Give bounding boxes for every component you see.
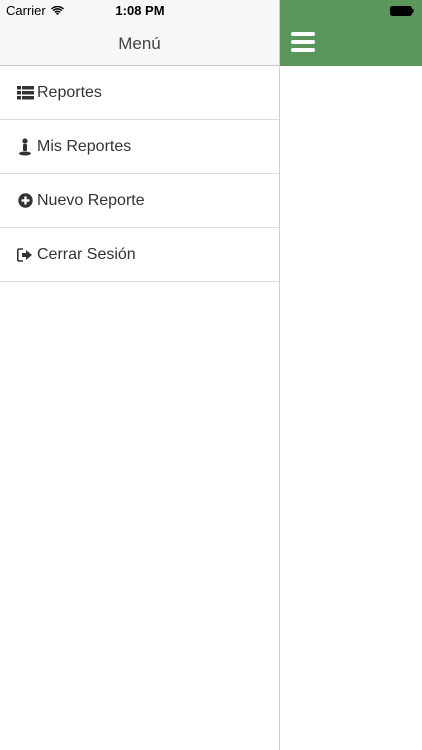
menu-title: Menú bbox=[118, 34, 161, 53]
map-pin-person-icon bbox=[16, 137, 34, 156]
hamburger-line bbox=[291, 40, 315, 44]
side-menu: Menú Reportes Mis Reportes Nuevo Reporte… bbox=[0, 0, 280, 750]
list-icon bbox=[16, 84, 34, 102]
sign-out-icon bbox=[16, 246, 34, 264]
hamburger-menu-icon[interactable] bbox=[291, 32, 315, 52]
app-screen: Carrier 1:08 PM Menú Reportes Mis Report… bbox=[0, 0, 422, 750]
hamburger-line bbox=[291, 48, 315, 52]
menu-item-label: Nuevo Reporte bbox=[37, 191, 145, 209]
status-bar: Carrier 1:08 PM bbox=[0, 0, 422, 22]
menu-item-label: Mis Reportes bbox=[37, 137, 132, 155]
battery-icon bbox=[390, 6, 414, 16]
menu-list: Reportes Mis Reportes Nuevo Reporte Cerr… bbox=[0, 66, 279, 282]
menu-item-cerrar-sesion[interactable]: Cerrar Sesión bbox=[0, 228, 279, 282]
menu-item-nuevo-reporte[interactable]: Nuevo Reporte bbox=[0, 174, 279, 228]
hamburger-line bbox=[291, 32, 315, 36]
menu-item-mis-reportes[interactable]: Mis Reportes bbox=[0, 120, 279, 174]
menu-item-label: Reportes bbox=[37, 83, 102, 101]
menu-item-reportes[interactable]: Reportes bbox=[0, 66, 279, 120]
menu-item-label: Cerrar Sesión bbox=[37, 245, 136, 263]
plus-circle-icon bbox=[16, 192, 34, 210]
status-time: 1:08 PM bbox=[115, 3, 165, 18]
